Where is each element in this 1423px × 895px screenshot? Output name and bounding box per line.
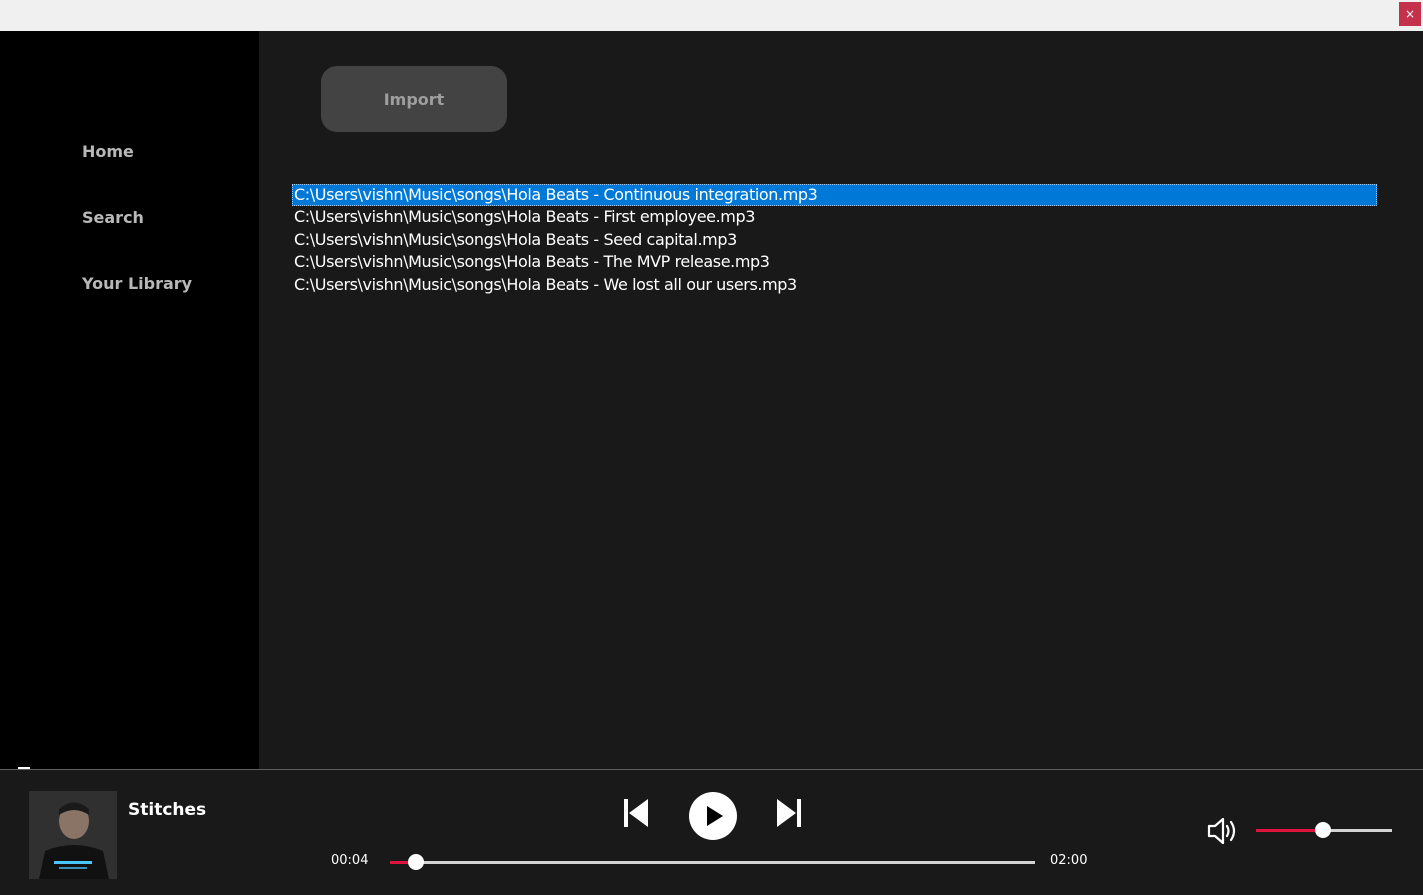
file-list-item[interactable]: C:\Users\vishn\Music\songs\Hola Beats - … bbox=[292, 274, 1377, 296]
title-bar: × bbox=[0, 0, 1423, 31]
sidebar: Home Search Your Library bbox=[0, 31, 259, 779]
elapsed-time: 00:04 bbox=[331, 853, 369, 868]
file-list-item[interactable]: C:\Users\vishn\Music\songs\Hola Beats - … bbox=[292, 251, 1377, 273]
volume-slider[interactable] bbox=[1256, 822, 1392, 838]
sidebar-item-home[interactable]: Home bbox=[82, 142, 134, 161]
play-icon bbox=[689, 792, 737, 840]
file-list-item[interactable]: C:\Users\vishn\Music\songs\Hola Beats - … bbox=[292, 184, 1377, 207]
main-panel: Import C:\Users\vishn\Music\songs\Hola B… bbox=[259, 31, 1423, 769]
file-list-item[interactable]: C:\Users\vishn\Music\songs\Hola Beats - … bbox=[292, 206, 1377, 228]
total-duration: 02:00 bbox=[1050, 853, 1088, 868]
sidebar-item-your-library[interactable]: Your Library bbox=[82, 274, 192, 293]
previous-icon bbox=[624, 799, 648, 827]
next-icon bbox=[777, 799, 801, 827]
volume-fill bbox=[1256, 829, 1323, 832]
import-button[interactable]: Import bbox=[321, 66, 507, 132]
file-list[interactable]: C:\Users\vishn\Music\songs\Hola Beats - … bbox=[292, 184, 1377, 296]
progress-bar[interactable] bbox=[390, 854, 1035, 870]
sidebar-item-search[interactable]: Search bbox=[82, 208, 144, 227]
track-title: Stitches bbox=[128, 800, 207, 820]
play-button[interactable] bbox=[688, 791, 738, 846]
progress-thumb[interactable] bbox=[407, 854, 424, 870]
album-art bbox=[29, 791, 117, 879]
close-button[interactable]: × bbox=[1399, 2, 1421, 26]
previous-button[interactable] bbox=[622, 797, 650, 834]
volume-button[interactable] bbox=[1206, 815, 1240, 852]
volume-thumb[interactable] bbox=[1314, 822, 1331, 838]
file-list-item[interactable]: C:\Users\vishn\Music\songs\Hola Beats - … bbox=[292, 229, 1377, 251]
player-bar: Stitches 00:04 02:00 bbox=[0, 769, 1423, 895]
next-button[interactable] bbox=[775, 797, 803, 834]
volume-icon bbox=[1207, 817, 1236, 845]
